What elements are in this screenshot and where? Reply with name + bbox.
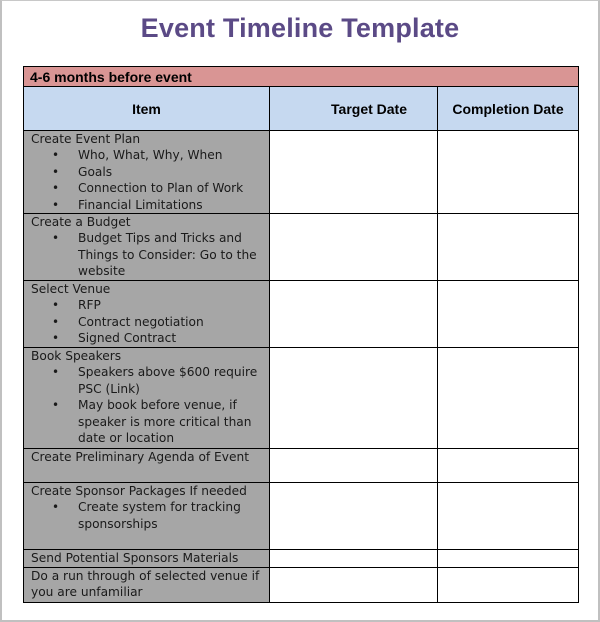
table-row: Create Event PlanWho, What, Why, WhenGoa… [23,129,580,215]
item-bullet-list: Who, What, Why, WhenGoalsConnection to P… [31,147,269,213]
timeline-table: 4-6 months before event Item Target Date… [22,66,580,604]
item-title: Select Venue [31,282,111,297]
item-cell: Create Event PlanWho, What, Why, WhenGoa… [23,129,270,215]
item-bullet-list: Create system for tracking sponsorships [31,499,269,532]
item-bullet: Who, What, Why, When [52,147,269,164]
column-header-row: Item Target Date Completion Date [23,86,580,131]
item-cell: Send Potential Sponsors Materials [23,549,270,569]
item-title: Create a Budget [31,215,131,230]
completion-date-cell[interactable] [436,567,580,604]
page-title: Event Timeline Template [140,13,460,43]
item-bullet: May book before venue, if speaker is mor… [52,397,269,446]
item-cell: Create Sponsor Packages If neededCreate … [23,482,270,551]
item-bullet-list: Speakers above $600 require PSC (Link)Ma… [31,364,269,446]
table-row: Book SpeakersSpeakers above $600 require… [23,347,580,450]
item-title: Create Preliminary Agenda of Event [31,450,249,465]
item-title: Do a run through of selected venue if yo… [31,569,260,600]
item-cell: Select VenueRFPContract negotiationSigne… [23,280,270,349]
item-bullet-list: RFPContract negotiationSigned Contract [31,297,269,347]
table-row: Do a run through of selected venue if yo… [23,567,580,604]
item-bullet: Financial Limitations [52,197,269,214]
target-date-cell[interactable] [269,347,438,450]
completion-date-cell[interactable] [436,482,580,551]
table-row: Select VenueRFPContract negotiationSigne… [23,280,580,349]
completion-date-cell[interactable] [436,549,580,569]
completion-date-cell[interactable] [436,280,580,349]
item-title: Send Potential Sponsors Materials [31,551,239,566]
target-date-cell[interactable] [269,129,438,215]
target-date-cell[interactable] [269,280,438,349]
column-header-completion-date: Completion Date [436,86,580,131]
completion-date-cell[interactable] [436,129,580,215]
table-row: Send Potential Sponsors Materials [23,549,580,569]
item-title: Create Sponsor Packages If needed [31,484,247,499]
completion-date-cell[interactable] [436,213,580,282]
item-bullet: Signed Contract [52,330,269,347]
item-cell: Create Preliminary Agenda of Event [23,448,270,484]
section-row: 4-6 months before event [22,66,580,87]
table-row: Create Sponsor Packages If neededCreate … [23,482,580,551]
item-bullet: Budget Tips and Tricks and Things to Con… [52,230,269,279]
item-bullet: Contract negotiation [52,314,269,331]
table-row: Create a BudgetBudget Tips and Tricks an… [23,213,580,282]
target-date-cell[interactable] [269,482,438,551]
table-row: Create Preliminary Agenda of Event [23,448,580,484]
item-bullet: Create system for tracking sponsorships [52,499,269,532]
column-header-item: Item [23,86,270,131]
target-date-cell[interactable] [269,448,438,484]
item-bullet: RFP [52,297,269,314]
item-bullet: Speakers above $600 require PSC (Link) [52,364,269,397]
item-bullet-list: Budget Tips and Tricks and Things to Con… [31,230,269,279]
target-date-cell[interactable] [269,567,438,604]
target-date-cell[interactable] [269,549,438,569]
completion-date-cell[interactable] [436,448,580,484]
item-cell: Do a run through of selected venue if yo… [23,567,270,604]
item-cell: Book SpeakersSpeakers above $600 require… [23,347,270,450]
section-label: 4-6 months before event [22,66,580,87]
item-bullet: Connection to Plan of Work [52,180,269,197]
item-title: Book Speakers [31,349,122,364]
target-date-cell[interactable] [269,213,438,282]
item-title: Create Event Plan [31,132,141,146]
completion-date-cell[interactable] [436,347,580,450]
item-cell: Create a BudgetBudget Tips and Tricks an… [23,213,270,282]
item-bullet: Goals [52,164,269,181]
column-header-target-date: Target Date [269,86,438,131]
